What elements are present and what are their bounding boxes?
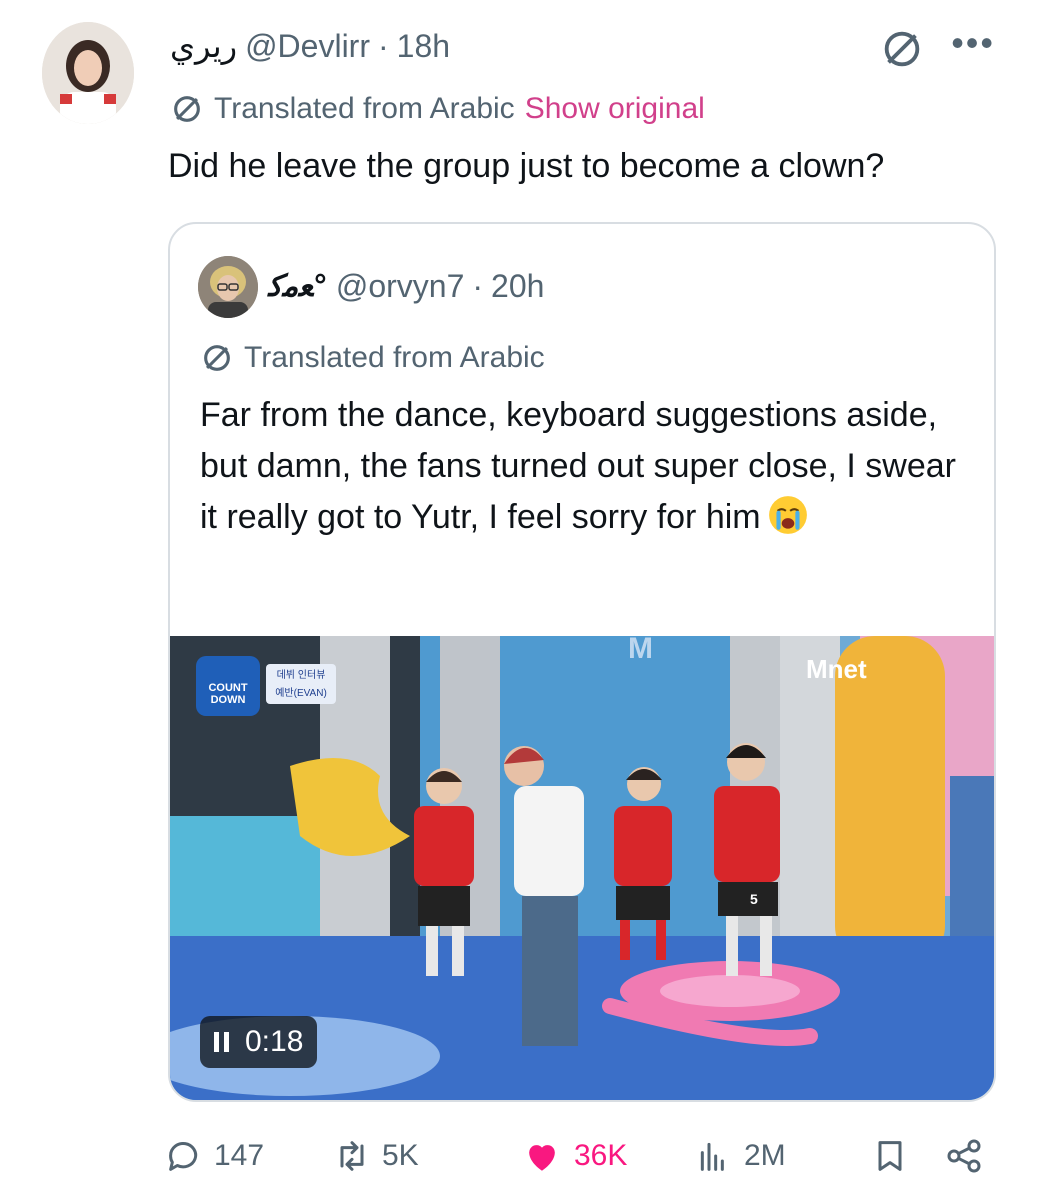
- separator: ·: [472, 267, 484, 304]
- like-button[interactable]: 36K: [520, 1128, 627, 1184]
- translation-notice: Translated from Arabic: [200, 338, 545, 378]
- video-jersey-number: 5: [750, 891, 758, 907]
- show-original-link[interactable]: Show original: [525, 92, 705, 126]
- video-player[interactable]: Mnet M COUNT DOWN 데뷔 인터뷰 예반(EVAN) 5 0:18: [170, 636, 994, 1100]
- tweet-text: Did he leave the group just to become a …: [168, 147, 885, 185]
- display-name[interactable]: ريري: [170, 27, 237, 65]
- timestamp[interactable]: 18h: [397, 28, 450, 65]
- translation-notice: Translated from Arabic Show original: [170, 88, 705, 130]
- handle[interactable]: @Devlirr: [245, 28, 370, 65]
- quote-text: Far from the dance, keyboard suggestions…: [200, 390, 970, 543]
- quoted-tweet[interactable]: ﻌﻣﮐ° @orvyn7 · 20h Translated from Arabi…: [168, 222, 996, 1102]
- pause-icon[interactable]: [214, 1032, 229, 1052]
- display-name[interactable]: ﻌﻣﮐ°: [268, 269, 328, 304]
- timestamp[interactable]: 20h: [491, 268, 544, 305]
- svg-text:Mnet: Mnet: [806, 654, 867, 684]
- reply-count: 147: [214, 1139, 265, 1172]
- avatar[interactable]: [42, 22, 134, 124]
- bookmark-button[interactable]: [870, 1128, 910, 1184]
- crying-face-icon: [768, 496, 807, 534]
- video-logo-left: COUNT DOWN: [208, 682, 248, 706]
- views-button[interactable]: 2M: [694, 1128, 786, 1184]
- quote-text-body: Far from the dance, keyboard suggestions…: [200, 396, 956, 536]
- bookmark-icon: [878, 1141, 902, 1171]
- video-timestamp: 0:18: [245, 1025, 304, 1058]
- quote-header: ﻌﻣﮐ° @orvyn7 · 20h: [268, 264, 544, 308]
- repost-count: 5K: [382, 1139, 419, 1172]
- share-button[interactable]: [944, 1128, 984, 1184]
- repost-button[interactable]: 5K: [332, 1128, 419, 1184]
- handle[interactable]: @orvyn7: [336, 268, 465, 305]
- avatar[interactable]: [198, 256, 258, 318]
- views-count: 2M: [744, 1139, 786, 1172]
- svg-text:M: M: [628, 636, 653, 665]
- translated-label: Translated from Arabic: [244, 341, 545, 374]
- views-icon: [700, 1142, 724, 1171]
- tweet-header: ريري @Devlirr · 18h: [170, 24, 450, 68]
- translated-label: Translated from Arabic: [214, 92, 515, 125]
- more-icon[interactable]: •••: [951, 25, 995, 61]
- like-count: 36K: [574, 1139, 628, 1172]
- separator: ·: [377, 27, 389, 64]
- video-caption-2: 예반(EVAN): [275, 688, 327, 699]
- action-bar: 147 5K 36K 2M: [164, 1128, 994, 1184]
- video-timer[interactable]: 0:18: [200, 1016, 318, 1068]
- video-caption-1: 데뷔 인터뷰: [276, 670, 326, 681]
- translate-icon: [170, 92, 204, 126]
- reply-button[interactable]: 147: [164, 1128, 264, 1184]
- like-icon: [529, 1145, 555, 1171]
- translate-icon[interactable]: [879, 26, 925, 72]
- translate-icon: [200, 341, 234, 375]
- repost-icon: [340, 1141, 364, 1171]
- tweet-top-actions: •••: [879, 25, 995, 72]
- reply-icon: [169, 1142, 198, 1171]
- share-icon: [947, 1139, 981, 1173]
